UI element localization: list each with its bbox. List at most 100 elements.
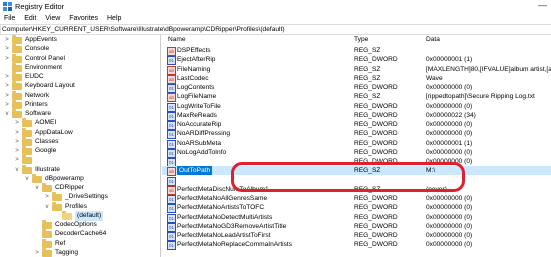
value-name: NoAccurateRip [177, 121, 222, 128]
folder-icon [22, 136, 32, 146]
value-data: 0x00000000 (0) [426, 241, 473, 249]
value-row[interactable]: 01 MaxReReads REG_DWORD 0x00000022 (34) [162, 111, 551, 121]
folder-icon [12, 81, 22, 91]
value-data: 0x00000000 (0) [426, 130, 473, 138]
folder-icon [12, 72, 22, 81]
value-data: 0x00000000 (0) [426, 213, 473, 221]
value-data: 0x00000000 (0) [426, 121, 473, 128]
value-row[interactable]: 01 PerfectMetaNoDetectMultiArtists REG_DWO… [162, 213, 551, 223]
value-row[interactable]: 01 NoARDiffPressing REG_DWORD 0x00000000 (0… [162, 129, 551, 140]
value-data: 0x00000000 (0) [426, 148, 473, 156]
value-row[interactable]: 01 LogWriteToFile REG_DWORD 0x00000000 (0) [162, 102, 551, 112]
folder-icon [52, 192, 62, 202]
folder-icon [12, 62, 22, 72]
tree-item[interactable]: > Tagging [0, 247, 158, 257]
value-type: REG_DWORD [354, 195, 398, 202]
value-data: [MAXLENGTH]80,[IFVALUE]album artist,[alb… [426, 65, 551, 73]
value-row[interactable]: 01 PerfectMetaNoReplaceCommaInArtists REG_… [162, 240, 551, 251]
value-type: REG_DWORD [354, 102, 398, 110]
value-row[interactable]: 01 NoAccurateRip REG_DWORD 0x00000000 (0) [162, 120, 551, 130]
folder-icon [12, 109, 22, 118]
value-name: PerfectMetaNoLeadArtistToFirst [177, 232, 271, 239]
value-type: REG_SZ [354, 74, 381, 82]
value-name: PerfectMetaNoArtistsToTOFC [177, 204, 265, 212]
value-name: OutToPath [177, 166, 213, 176]
menu-file[interactable]: File [4, 13, 15, 24]
folder-icon [42, 183, 52, 192]
value-row[interactable]: ab LastCodec REG_SZ Wave [162, 74, 551, 84]
value-name: NoARSubMeta [177, 139, 221, 147]
value-name: MaxReReads [177, 111, 217, 119]
value-data: 0x00000000 (0) [426, 84, 473, 91]
value-name: LogFileName [177, 93, 217, 101]
folder-icon [52, 201, 62, 211]
value-row[interactable]: 01 PerfectMetaNoLeadArtistToFirst REG_DWOR… [162, 231, 551, 241]
value-row[interactable]: 01 PerfectMetaNoAllGenresSame REG_DWORD 0x0… [162, 194, 551, 204]
value-row[interactable]: 01 PerfectMetaNoGD3RemoveArtistTitle REG_D… [162, 222, 551, 232]
menu-favorites[interactable]: Favorites [69, 13, 98, 24]
folder-icon [42, 220, 52, 229]
value-name: LogWriteToFile [177, 102, 221, 110]
folder-icon [12, 99, 22, 109]
value-data: 0x00000022 (34) [426, 111, 476, 119]
value-type: REG_DWORD [354, 204, 398, 212]
value-name: LastCodec [177, 74, 209, 82]
value-data: 0x00000000 (0) [426, 102, 473, 110]
folder-icon [12, 35, 22, 44]
value-type: REG_DWORD [354, 232, 398, 239]
value-data: 0x00000000 (0) [426, 232, 473, 239]
list-header: Name Type Data [162, 35, 551, 45]
folder-icon [22, 164, 32, 174]
minimize-button[interactable]: — [538, 0, 547, 10]
menu-edit[interactable]: Edit [24, 13, 36, 24]
value-name: PerfectMetaNoGD3RemoveArtistTitle [177, 222, 287, 230]
tree-item-label: Tagging [55, 248, 79, 256]
value-type: REG_DWORD [354, 241, 398, 249]
expand-chevron-icon[interactable]: > [34, 248, 40, 257]
value-type: REG_SZ [354, 93, 381, 101]
value-data: [rippedtopath]\Secure Ripping Log.txt [426, 93, 535, 101]
value-type: REG_DWORD [354, 56, 398, 64]
value-name: DSPEffects [177, 47, 211, 54]
folder-icon [22, 146, 32, 155]
menu-view[interactable]: View [45, 13, 60, 24]
value-row[interactable]: 01 EjectAfterRip REG_DWORD 0x00000001 (1) [162, 55, 551, 66]
value-type: REG_DWORD [354, 213, 398, 221]
value-type: REG_DWORD [354, 148, 398, 156]
value-name: LogContents [177, 84, 215, 91]
value-type: REG_DWORD [354, 111, 398, 119]
value-row[interactable]: 01 NoARSubMeta REG_DWORD 0x00000001 (1) [162, 139, 551, 149]
column-header-type[interactable]: Type [354, 35, 368, 45]
folder-icon [62, 210, 72, 220]
value-type: REG_DWORD [354, 139, 398, 147]
annotation-highlight [231, 162, 465, 192]
folder-icon [22, 118, 32, 128]
folder-icon [22, 127, 32, 137]
column-header-name[interactable]: Name [168, 35, 186, 45]
window-title: Registry Editor [15, 2, 65, 11]
folder-icon [12, 90, 22, 100]
value-row[interactable]: ab LogFileName REG_SZ [rippedtopath]\Secure… [162, 92, 551, 103]
value-row[interactable]: 01 NoLogAddToInfo REG_DWORD 0x00000000 (0) [162, 148, 551, 158]
value-name: PerfectMetaNoReplaceCommaInArtists [177, 241, 293, 249]
value-row[interactable]: ab FileNaming REG_SZ [MAXLENGTH]80,[IFVALUE… [162, 65, 551, 75]
menu-help[interactable]: Help [107, 13, 121, 24]
title-bar: Registry Editor — [0, 0, 551, 13]
value-row[interactable]: 01 PerfectMetaNoArtistsToTOFC REG_DWORD 0x0… [162, 203, 551, 214]
value-row[interactable]: 01 LogContents REG_DWORD 0x00000000 (0) [162, 83, 551, 93]
menu-bar: File Edit View Favorites Help [0, 13, 551, 24]
registry-tree[interactable]: > AppEvents > Console > Control Panel Environm… [0, 35, 161, 257]
values-list[interactable]: Name Type Data ab DSPEffects REG_SZ 01 Eject… [162, 35, 551, 257]
value-name: NoLogAddToInfo [177, 148, 227, 156]
value-data: 0x00000000 (0) [426, 204, 473, 212]
value-type: REG_DWORD [354, 222, 398, 230]
value-data: 0x00000001 (1) [426, 56, 473, 64]
value-type: REG_DWORD [354, 130, 398, 138]
address-bar[interactable]: Computer\HKEY_CURRENT_USER\Software\Illu… [0, 24, 551, 35]
folder-icon [12, 53, 22, 63]
value-data: 0x00000000 (0) [426, 195, 473, 202]
value-row[interactable]: ab DSPEffects REG_SZ [162, 46, 551, 56]
folder-icon [42, 247, 52, 257]
column-header-data[interactable]: Data [426, 35, 440, 45]
value-type: REG_SZ [354, 65, 381, 73]
